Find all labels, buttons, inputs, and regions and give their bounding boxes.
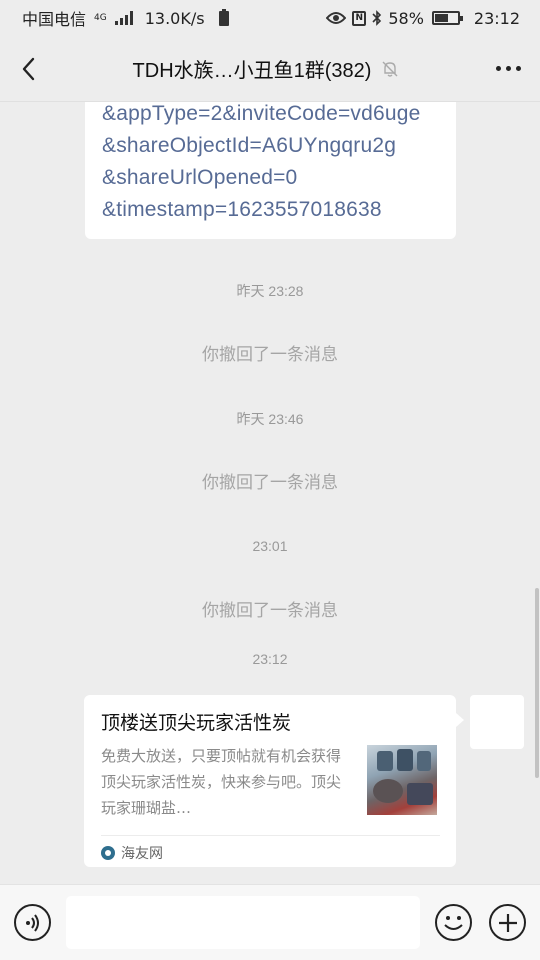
voice-button[interactable]: [14, 904, 51, 941]
source-logo-icon: [101, 846, 115, 860]
net-speed: 13.0K/s: [144, 8, 205, 28]
link-line[interactable]: &appType=2&inviteCode=vd6uge: [102, 102, 439, 130]
back-button[interactable]: [0, 36, 56, 102]
message-input[interactable]: [66, 896, 420, 949]
emoji-icon: [444, 916, 463, 930]
message-timestamp: 昨天 23:46: [236, 411, 304, 427]
source-name: 海友网: [121, 846, 163, 862]
link-message-bubble[interactable]: &appType=2&inviteCode=vd6uge &shareObjec…: [85, 102, 456, 239]
clock: 23:12: [473, 8, 520, 28]
bluetooth-icon: [372, 10, 382, 26]
status-left: 中国电信 4G 13.0K/s: [22, 6, 229, 30]
scrollbar[interactable]: [535, 588, 539, 778]
clipboard-icon: [218, 8, 229, 26]
eye-icon: [326, 12, 347, 24]
title-area: TDH水族…小丑鱼1群(382): [56, 54, 476, 83]
plus-icon: [498, 913, 517, 932]
card-source: 海友网: [101, 836, 440, 870]
message-timestamp: 23:01: [252, 538, 288, 554]
chevron-left-icon: [22, 57, 35, 80]
avatar[interactable]: [470, 695, 524, 749]
status-bar: 中国电信 4G 13.0K/s N 58% 23:12: [0, 0, 540, 36]
battery-icon: [431, 11, 463, 25]
card-thumbnail: [367, 745, 437, 815]
emoji-button[interactable]: [435, 904, 472, 941]
more-button[interactable]: [476, 36, 540, 102]
carrier-name: 中国电信: [22, 10, 87, 29]
link-line[interactable]: &shareObjectId=A6UYngqru2g: [102, 130, 439, 162]
voice-icon: [25, 913, 39, 932]
signal-icon: [114, 11, 133, 25]
bell-muted-icon: [382, 61, 398, 77]
more-dot-icon: [495, 66, 501, 71]
message-list[interactable]: &appType=2&inviteCode=vd6uge &shareObjec…: [0, 102, 540, 884]
card-title: 顶楼送顶尖玩家活性炭: [101, 712, 292, 734]
chat-title: TDH水族…小丑鱼1群(382): [132, 60, 372, 82]
recall-notice: 你撤回了一条消息: [202, 601, 338, 621]
input-bar: [0, 884, 540, 960]
recall-notice: 你撤回了一条消息: [202, 473, 338, 493]
shared-article-card[interactable]: 顶楼送顶尖玩家活性炭 免费大放送，只要顶帖就有机会获得顶尖玩家活性炭，快来参与吧…: [84, 695, 464, 870]
link-line[interactable]: &timestamp=1623557018638: [102, 194, 439, 226]
link-line[interactable]: &shareUrlOpened=0: [102, 162, 439, 194]
network-type: 4G: [94, 12, 107, 23]
battery-percent: 58%: [388, 8, 424, 28]
chat-header: TDH水族…小丑鱼1群(382): [0, 36, 540, 102]
more-dot-icon: [505, 66, 511, 71]
recall-notice: 你撤回了一条消息: [202, 345, 338, 365]
status-right: N 58% 23:12: [326, 9, 520, 28]
message-timestamp: 23:12: [252, 651, 288, 667]
more-dot-icon: [515, 66, 521, 71]
plus-button[interactable]: [489, 904, 526, 941]
card-body: 免费大放送，只要顶帖就有机会获得顶尖玩家活性炭，快来参与吧。顶尖玩家珊瑚盐…: [101, 743, 440, 821]
card-description: 免费大放送，只要顶帖就有机会获得顶尖玩家活性炭，快来参与吧。顶尖玩家珊瑚盐…: [101, 747, 342, 817]
nfc-icon: N: [352, 10, 367, 26]
message-timestamp: 昨天 23:28: [236, 283, 304, 299]
